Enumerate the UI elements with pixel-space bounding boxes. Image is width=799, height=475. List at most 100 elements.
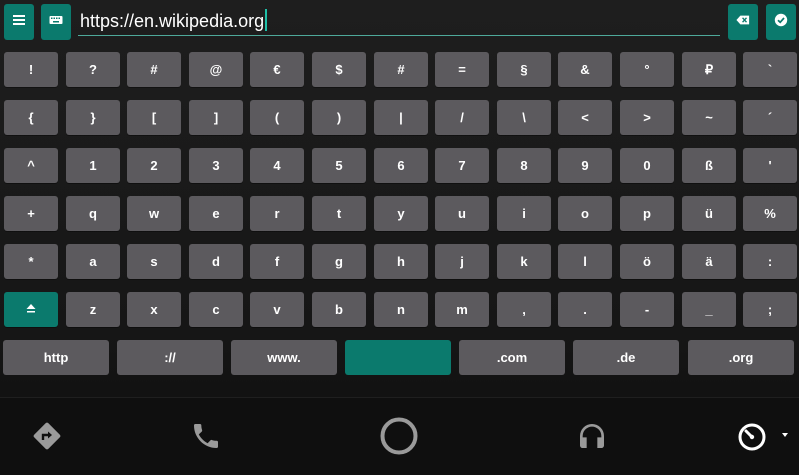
key[interactable]: o	[558, 196, 612, 231]
key[interactable]: n	[374, 292, 428, 327]
url-shortcut-key[interactable]: ://	[117, 340, 223, 375]
key[interactable]: ü	[682, 196, 736, 231]
key[interactable]: c	[189, 292, 243, 327]
space-key[interactable]	[345, 340, 451, 375]
key[interactable]: l	[558, 244, 612, 279]
key[interactable]: !	[4, 52, 58, 87]
key[interactable]: e	[189, 196, 243, 231]
key[interactable]: h	[374, 244, 428, 279]
key[interactable]: 1	[66, 148, 120, 183]
menu-button[interactable]	[4, 4, 34, 40]
key-label: u	[458, 206, 466, 221]
key[interactable]: ä	[682, 244, 736, 279]
key[interactable]: {	[4, 100, 58, 135]
key[interactable]: `	[743, 52, 797, 87]
key[interactable]: ö	[620, 244, 674, 279]
key[interactable]: [	[127, 100, 181, 135]
key[interactable]: ?	[66, 52, 120, 87]
shift-key[interactable]	[4, 292, 58, 327]
key[interactable]: (	[250, 100, 304, 135]
key[interactable]: /	[435, 100, 489, 135]
vehicle-menu-button[interactable]	[731, 416, 797, 460]
key[interactable]: ₽	[682, 52, 736, 87]
key[interactable]: j	[435, 244, 489, 279]
key[interactable]: 9	[558, 148, 612, 183]
key[interactable]: °	[620, 52, 674, 87]
url-shortcut-key[interactable]: .org	[688, 340, 794, 375]
media-button[interactable]	[570, 416, 614, 460]
directions-button[interactable]	[25, 416, 69, 460]
key[interactable]: f	[250, 244, 304, 279]
key[interactable]: +	[4, 196, 58, 231]
key[interactable]: 7	[435, 148, 489, 183]
backspace-button[interactable]	[728, 4, 758, 40]
key[interactable]: y	[374, 196, 428, 231]
key[interactable]: s	[127, 244, 181, 279]
key[interactable]: *	[4, 244, 58, 279]
key[interactable]: §	[497, 52, 551, 87]
phone-button[interactable]	[184, 416, 228, 460]
confirm-button[interactable]	[766, 4, 796, 40]
key[interactable]: '	[743, 148, 797, 183]
key[interactable]: }	[66, 100, 120, 135]
url-input[interactable]: https://en.wikipedia.org	[78, 6, 720, 36]
key[interactable]: >	[620, 100, 674, 135]
key[interactable]: 8	[497, 148, 551, 183]
key[interactable]: 5	[312, 148, 366, 183]
navigation-bar	[0, 397, 799, 475]
key[interactable]: =	[435, 52, 489, 87]
key[interactable]: q	[66, 196, 120, 231]
key[interactable]: ß	[682, 148, 736, 183]
key[interactable]: _	[682, 292, 736, 327]
key[interactable]: €	[250, 52, 304, 87]
key[interactable]: \	[497, 100, 551, 135]
key[interactable]: m	[435, 292, 489, 327]
key[interactable]: u	[435, 196, 489, 231]
key[interactable]: t	[312, 196, 366, 231]
key[interactable]: d	[189, 244, 243, 279]
key[interactable]: w	[127, 196, 181, 231]
key[interactable]: %	[743, 196, 797, 231]
url-shortcut-key[interactable]: http	[3, 340, 109, 375]
key[interactable]: -	[620, 292, 674, 327]
key[interactable]: #	[127, 52, 181, 87]
key[interactable]: $	[312, 52, 366, 87]
key[interactable]: )	[312, 100, 366, 135]
key[interactable]: @	[189, 52, 243, 87]
key-label: c	[212, 302, 220, 317]
home-button[interactable]	[377, 416, 421, 460]
key[interactable]: 4	[250, 148, 304, 183]
key[interactable]: 2	[127, 148, 181, 183]
key-label: .de	[616, 350, 636, 365]
url-shortcut-key[interactable]: .com	[459, 340, 565, 375]
key[interactable]: a	[66, 244, 120, 279]
key[interactable]: i	[497, 196, 551, 231]
key[interactable]: &	[558, 52, 612, 87]
keyboard-button[interactable]	[41, 4, 71, 40]
key[interactable]: z	[66, 292, 120, 327]
key[interactable]: ´	[743, 100, 797, 135]
url-shortcut-key[interactable]: www.	[231, 340, 337, 375]
key[interactable]: #	[374, 52, 428, 87]
key[interactable]: g	[312, 244, 366, 279]
key[interactable]: ,	[497, 292, 551, 327]
url-shortcut-key[interactable]: .de	[573, 340, 679, 375]
key[interactable]: r	[250, 196, 304, 231]
key[interactable]: 6	[374, 148, 428, 183]
key[interactable]: k	[497, 244, 551, 279]
key[interactable]: ~	[682, 100, 736, 135]
key[interactable]: ;	[743, 292, 797, 327]
key[interactable]: |	[374, 100, 428, 135]
key[interactable]: :	[743, 244, 797, 279]
directions-icon	[31, 420, 63, 457]
key[interactable]: p	[620, 196, 674, 231]
key[interactable]: v	[250, 292, 304, 327]
key[interactable]: b	[312, 292, 366, 327]
key[interactable]: <	[558, 100, 612, 135]
key[interactable]: x	[127, 292, 181, 327]
key[interactable]: 0	[620, 148, 674, 183]
key[interactable]: ^	[4, 148, 58, 183]
key[interactable]: ]	[189, 100, 243, 135]
key[interactable]: 3	[189, 148, 243, 183]
key[interactable]: .	[558, 292, 612, 327]
